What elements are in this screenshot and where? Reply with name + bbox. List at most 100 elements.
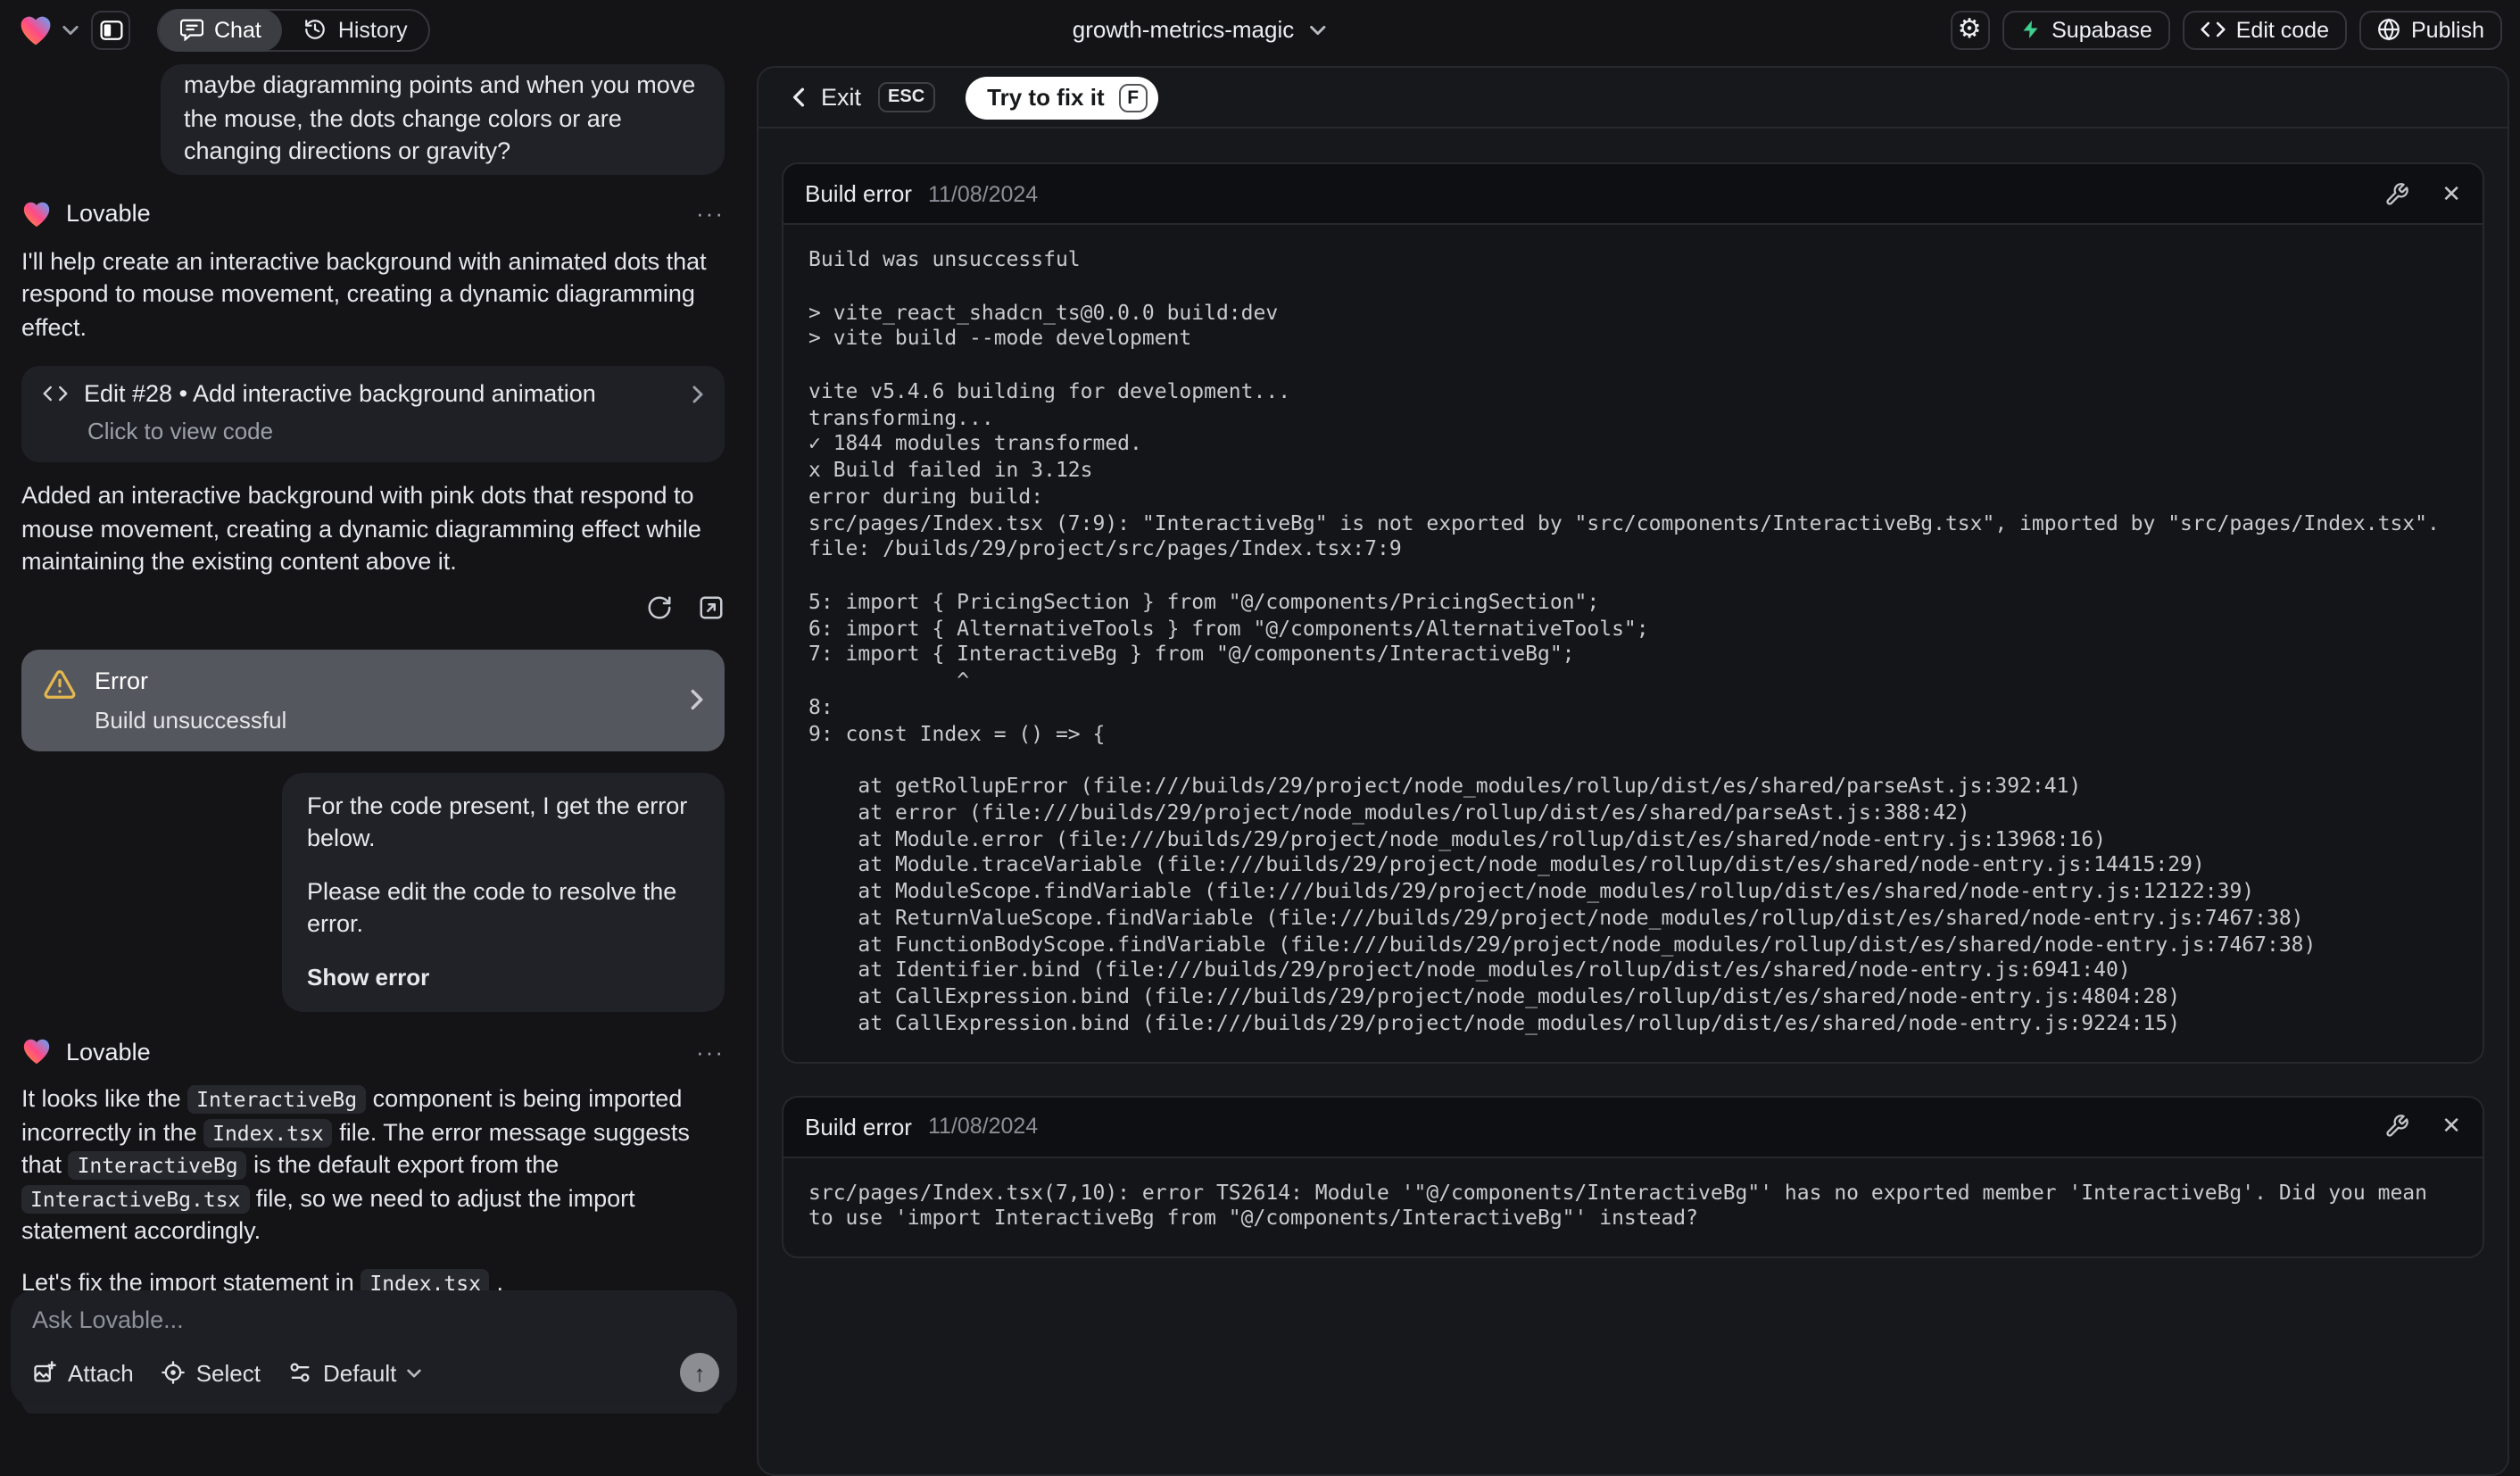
error-review-panel: Exit ESC Try to fix it F Build error 11/…	[757, 66, 2509, 1476]
assistant-header: Lovable ···	[21, 1037, 725, 1066]
esc-key-badge: ESC	[877, 82, 936, 112]
try-to-fix-label: Try to fix it	[987, 84, 1105, 111]
try-to-fix-button[interactable]: Try to fix it F	[966, 76, 1158, 119]
assistant-name: Lovable	[66, 1038, 151, 1065]
workspace-menu-button[interactable]	[18, 13, 79, 46]
settings-button[interactable]: ⚙	[1950, 10, 1990, 49]
message-actions	[21, 593, 725, 620]
assistant-summary-text: Added an interactive background with pin…	[21, 482, 701, 575]
supabase-label: Supabase	[2052, 17, 2152, 42]
assistant-intro-text: I'll help create an interactive backgrou…	[21, 247, 707, 340]
wrench-icon[interactable]	[2384, 1114, 2409, 1139]
refresh-icon[interactable]	[646, 593, 673, 620]
user-message-line: For the code present, I get the error be…	[307, 792, 688, 851]
more-menu-icon[interactable]: ···	[696, 200, 725, 227]
prompt-input-box[interactable]: Attach Select Default	[11, 1290, 737, 1406]
wrench-icon[interactable]	[2384, 181, 2409, 206]
build-error-date: 11/08/2024	[927, 1114, 1039, 1139]
tab-history-label: History	[337, 17, 408, 42]
history-clock-icon	[304, 18, 327, 41]
user-message: For the code present, I get the error be…	[282, 772, 725, 1012]
attach-button[interactable]: Attach	[32, 1359, 134, 1386]
publish-button[interactable]: Publish	[2359, 10, 2502, 49]
error-panel-scroll[interactable]: Build error 11/08/2024 ✕ Build was unsuc…	[758, 129, 2508, 1292]
gear-icon: ⚙	[1957, 12, 1982, 45]
lovable-app: Chat History growth-metrics-magic ⚙ Supa…	[0, 0, 2520, 1476]
chevron-down-icon	[62, 24, 79, 35]
tab-chat[interactable]: Chat	[159, 8, 283, 51]
build-error-panel-2: Build error 11/08/2024 ✕ src/pages/Index…	[782, 1095, 2484, 1258]
sidebar-panel-icon	[99, 19, 122, 40]
inline-code: InteractiveBg	[68, 1151, 247, 1180]
supabase-button[interactable]: Supabase	[2002, 10, 2170, 49]
project-title: growth-metrics-magic	[1072, 16, 1295, 43]
tab-chat-label: Chat	[214, 17, 261, 42]
chevron-down-icon	[1310, 24, 1326, 35]
project-switcher[interactable]: growth-metrics-magic	[1073, 0, 1327, 59]
build-error-log: Build was unsuccessful > vite_react_shad…	[808, 246, 2440, 1035]
inline-code: Index.tsx	[203, 1118, 333, 1147]
top-bar: Chat History growth-metrics-magic ⚙ Supa…	[0, 0, 2520, 59]
text-segment: is the default export from the	[246, 1151, 560, 1178]
build-error-date: 11/08/2024	[927, 181, 1039, 206]
assistant-paragraph: It looks like the InteractiveBg componen…	[21, 1083, 725, 1248]
build-error-title: Build error	[805, 1113, 912, 1140]
build-error-card[interactable]: Error Build unsuccessful	[21, 649, 725, 750]
attach-label: Attach	[68, 1359, 134, 1386]
edit-28-card[interactable]: Edit #28 • Add interactive background an…	[21, 366, 725, 462]
globe-icon	[2377, 18, 2400, 41]
close-icon[interactable]: ✕	[2441, 179, 2461, 208]
top-bar-left: Chat History	[18, 8, 431, 51]
select-button[interactable]: Select	[161, 1359, 261, 1386]
exit-button[interactable]: Exit ESC	[792, 82, 936, 112]
select-label: Select	[195, 1359, 261, 1386]
exit-label: Exit	[821, 84, 862, 111]
sliders-icon	[287, 1360, 312, 1385]
send-button[interactable]: ↑	[680, 1353, 719, 1392]
mode-dropdown[interactable]: Default	[287, 1359, 422, 1386]
error-card-subtitle: Build unsuccessful	[95, 706, 287, 733]
build-error-header: Build error 11/08/2024 ✕	[783, 1097, 2483, 1157]
attach-image-icon	[32, 1360, 57, 1385]
edit-code-label: Edit code	[2235, 17, 2329, 42]
lovable-heart-icon	[18, 13, 54, 46]
user-message: maybe diagramming points and when you mo…	[161, 64, 725, 174]
edit-code-button[interactable]: Edit code	[2182, 10, 2347, 49]
lovable-avatar	[21, 1037, 52, 1066]
open-external-icon[interactable]	[698, 593, 725, 620]
input-toolbar: Attach Select Default ↑	[32, 1353, 719, 1392]
chevron-right-icon	[692, 385, 703, 402]
mode-label: Default	[323, 1359, 397, 1386]
build-error-header: Build error 11/08/2024 ✕	[783, 164, 2483, 225]
user-message-line: Please edit the code to resolve the erro…	[307, 877, 677, 937]
chat-input[interactable]	[32, 1306, 716, 1349]
f-key-badge: F	[1118, 83, 1148, 112]
build-error-title: Build error	[805, 180, 912, 207]
chat-bubble-icon	[180, 18, 203, 41]
fix-header: Exit ESC Try to fix it F	[758, 68, 2508, 129]
chat-history-tabs: Chat History	[157, 8, 431, 51]
crosshair-icon	[161, 1360, 186, 1385]
user-message-text: maybe diagramming points and when you mo…	[184, 71, 696, 164]
build-error-log-body: src/pages/Index.tsx(7,10): error TS2614:…	[783, 1157, 2483, 1256]
top-bar-right: ⚙ Supabase Edit code Publish	[1950, 10, 2502, 49]
build-error-log: src/pages/Index.tsx(7,10): error TS2614:…	[808, 1179, 2440, 1231]
close-icon[interactable]: ✕	[2441, 1112, 2461, 1140]
sidebar-toggle-button[interactable]	[91, 10, 130, 49]
chevron-right-icon	[691, 689, 703, 710]
send-arrow-icon: ↑	[693, 1359, 706, 1386]
code-brackets-icon	[2201, 21, 2226, 37]
lovable-avatar	[21, 199, 52, 228]
more-menu-icon[interactable]: ···	[696, 1038, 725, 1065]
assistant-name: Lovable	[66, 200, 151, 227]
error-card-title: Error	[95, 667, 148, 693]
inline-code: InteractiveBg	[187, 1085, 367, 1114]
code-brackets-icon	[43, 386, 68, 402]
chat-panel[interactable]: maybe diagramming points and when you mo…	[0, 59, 746, 1414]
build-error-panel-1: Build error 11/08/2024 ✕ Build was unsuc…	[782, 162, 2484, 1063]
edit-28-title: Edit #28 • Add interactive background an…	[84, 380, 596, 407]
show-error-link[interactable]: Show error	[307, 961, 700, 994]
assistant-paragraph: Added an interactive background with pin…	[21, 480, 725, 579]
tab-history[interactable]: History	[283, 8, 429, 51]
warning-triangle-icon	[43, 667, 77, 701]
